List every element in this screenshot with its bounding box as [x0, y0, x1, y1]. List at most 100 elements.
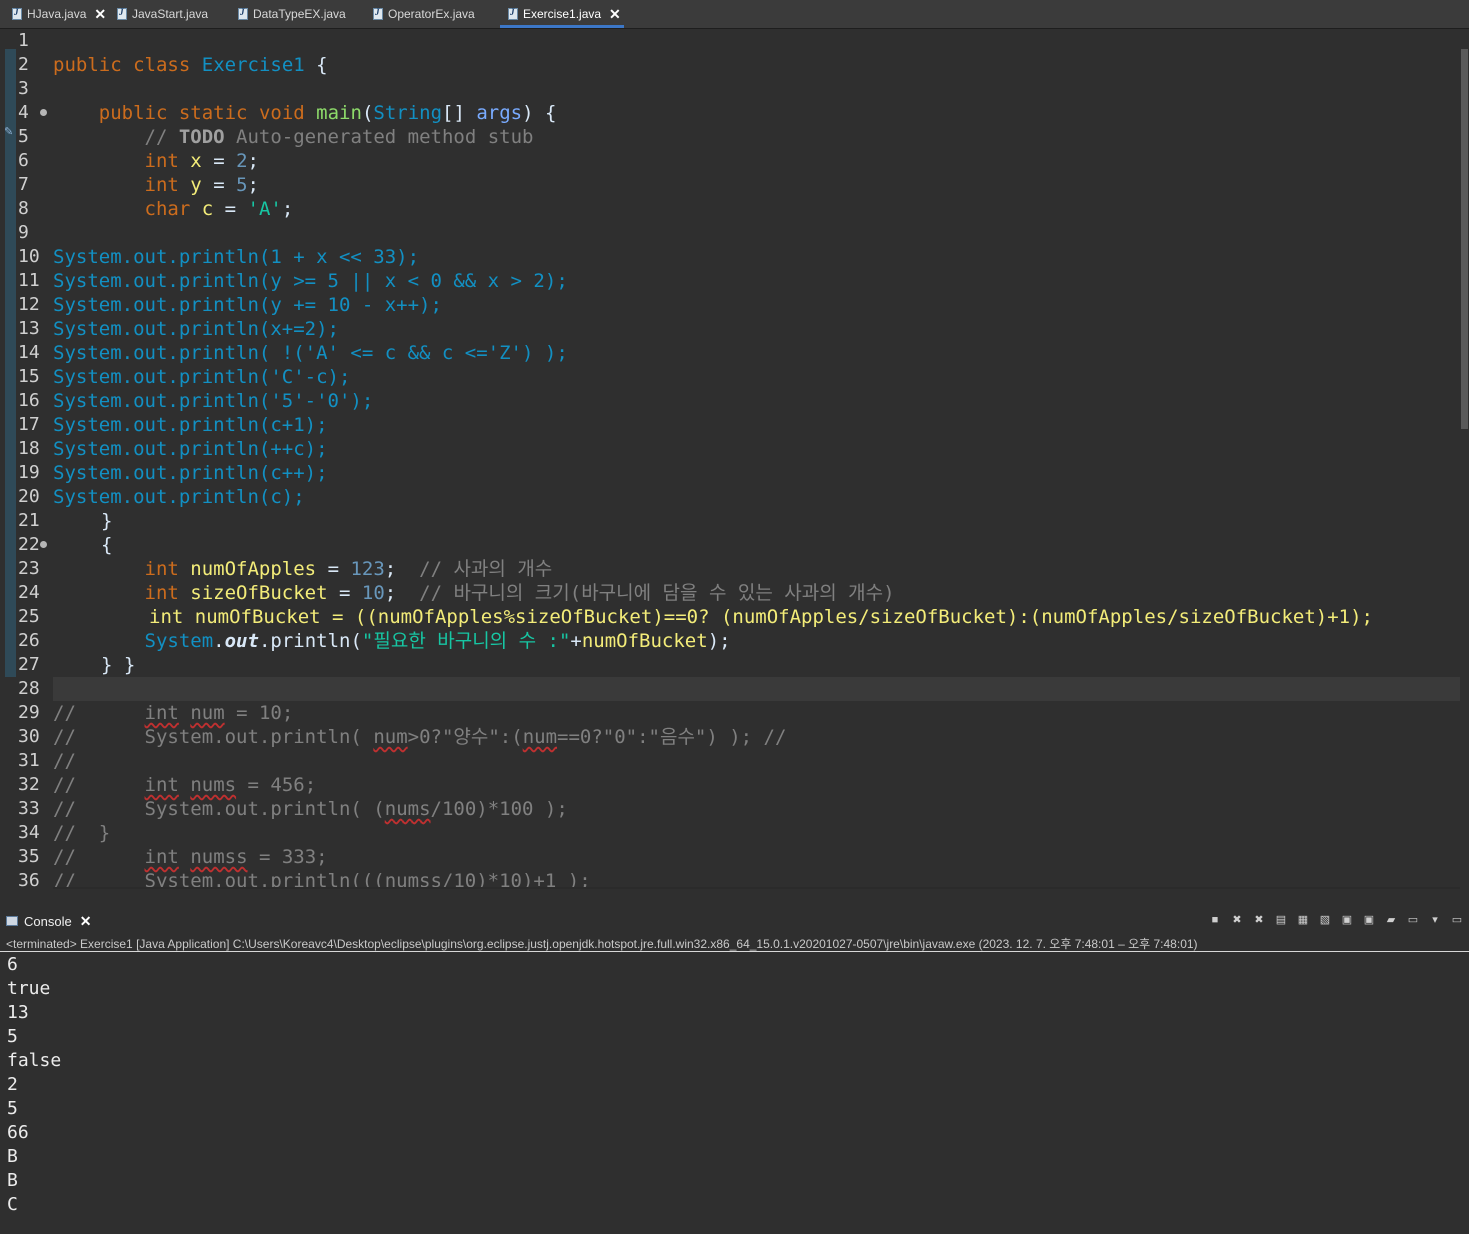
tab-label: OperatorEx.java — [388, 7, 475, 21]
code-token: Exercise1 — [201, 54, 305, 76]
code-text: } } — [101, 654, 136, 676]
scroll-thumb[interactable] — [1461, 49, 1468, 429]
scroll-lock-icon[interactable]: ▦ — [1295, 913, 1311, 927]
code-token: System.out.println( — [144, 726, 374, 748]
code-token: // 바구니의 크기(바구니에 담을 수 있는 사과의 개수) — [419, 582, 895, 604]
pin-console-icon[interactable]: ▣ — [1339, 913, 1355, 927]
tab-operatorex[interactable]: OperatorEx.java — [373, 4, 475, 24]
line-number: 2 — [18, 54, 29, 75]
change-ruler — [5, 49, 16, 677]
code-text: System.out.println(x+=2); — [53, 318, 339, 340]
code-token: // — [144, 126, 179, 148]
code-token: static — [178, 102, 248, 124]
code-token: // — [53, 702, 76, 724]
code-text: System.out.println(c); — [53, 486, 305, 508]
console-icon — [6, 916, 18, 926]
fold-toggle-icon[interactable] — [40, 541, 47, 548]
code-editor[interactable]: ✎ 1 2 public class Exercise1 { 3 4 public… — [0, 29, 1469, 889]
code-token: // — [53, 798, 76, 820]
line-number: 13 — [18, 318, 40, 339]
console-view: Console ✕ ■ ✖ ✖ ▤ ▦ ▧ ▣ ▣ ▰ ▭ ▾ ▭ <termi… — [0, 905, 1469, 1234]
output-line: B — [7, 1170, 18, 1191]
line-number: 35 — [18, 846, 40, 867]
code-token: int — [144, 702, 179, 724]
horizontal-scrollbar[interactable]: ‹ › — [53, 887, 1460, 889]
code-text: System.out.println('C'-c); — [53, 366, 351, 388]
line-number: 16 — [18, 390, 40, 411]
line-number: 8 — [18, 198, 29, 219]
code-text: { — [101, 534, 113, 556]
output-line: B — [7, 1146, 18, 1167]
scroll-right-icon[interactable]: › — [1452, 888, 1456, 889]
tab-console[interactable]: Console ✕ — [6, 911, 91, 931]
remove-launch-icon[interactable]: ✖ — [1229, 913, 1245, 927]
line-number: 29 — [18, 702, 40, 723]
tab-javastart[interactable]: JavaStart.java — [117, 4, 208, 24]
code-text: System.out.println(y += 10 - x++); — [53, 294, 442, 316]
code-token: int — [144, 558, 179, 580]
scroll-left-icon[interactable]: ‹ — [55, 888, 59, 889]
code-token: num — [190, 702, 225, 724]
code-token: String — [373, 102, 443, 124]
code-token: 10 — [361, 582, 385, 604]
code-token: System — [144, 630, 214, 652]
code-token: [] — [442, 102, 477, 124]
line-number: 23 — [18, 558, 40, 579]
current-line-highlight — [53, 677, 1460, 701]
code-text: System.out.println(1 + x << 33); — [53, 246, 420, 268]
code-text: System.out.println(c+1); — [53, 414, 328, 436]
fold-toggle-icon[interactable] — [40, 109, 47, 116]
line-number: 32 — [18, 774, 40, 795]
close-icon[interactable]: ✕ — [80, 913, 92, 930]
launch-status: <terminated> Exercise1 [Java Application… — [6, 937, 1198, 951]
code-text: System.out.println(y >= 5 || x < 0 && x … — [53, 270, 568, 292]
line-number: 20 — [18, 486, 40, 507]
code-token: /100)*100 ); — [430, 798, 568, 820]
tab-datatypeex[interactable]: DataTypeEX.java — [238, 4, 346, 24]
line-number: 34 — [18, 822, 40, 843]
code-token: c — [201, 198, 214, 220]
java-file-icon — [12, 7, 22, 20]
line-number: 17 — [18, 414, 40, 435]
terminate-icon[interactable]: ■ — [1207, 913, 1223, 927]
code-token: System.out.println( ( — [144, 798, 385, 820]
minimize-icon[interactable]: ▭ — [1449, 913, 1465, 927]
line-number: 11 — [18, 270, 40, 291]
display-selected-console-icon[interactable]: ▭ — [1405, 913, 1421, 927]
code-token: main — [316, 102, 362, 124]
tab-exercise1[interactable]: Exercise1.java ✕ — [508, 4, 621, 24]
code-token: ==0?"0":"음수") ); // — [557, 726, 787, 748]
task-marker-icon[interactable]: ✎ — [4, 125, 13, 138]
tab-label: JavaStart.java — [132, 7, 209, 21]
vertical-scrollbar[interactable] — [1460, 29, 1469, 887]
open-console-icon[interactable]: ▰ — [1383, 913, 1399, 927]
java-file-icon — [117, 7, 127, 20]
clear-console-icon[interactable]: ▤ — [1273, 913, 1289, 927]
tab-label: DataTypeEX.java — [253, 7, 346, 21]
code-token: numOfApples — [190, 558, 317, 580]
console-output[interactable]: 6 true 13 5 false 2 5 66 B B C — [7, 953, 61, 1217]
code-token: nums — [384, 798, 431, 820]
close-icon[interactable]: ✕ — [94, 6, 106, 23]
code-token: num — [522, 726, 558, 748]
code-token: x — [190, 150, 202, 172]
word-wrap-icon[interactable]: ▧ — [1317, 913, 1333, 927]
remove-all-icon[interactable]: ✖ — [1251, 913, 1267, 927]
close-icon[interactable]: ✕ — [609, 6, 621, 23]
output-line: 13 — [7, 1002, 29, 1023]
line-number: 6 — [18, 150, 29, 171]
view-menu-icon[interactable]: ▾ — [1427, 913, 1443, 927]
line-number: 26 — [18, 630, 40, 651]
code-token: TODO — [178, 126, 225, 148]
java-file-icon — [373, 7, 383, 20]
code-token: int — [144, 774, 179, 796]
code-token: num — [373, 726, 408, 748]
code-token: int — [144, 174, 179, 196]
line-number: 15 — [18, 366, 40, 387]
code-token: int — [144, 150, 179, 172]
tab-hjava[interactable]: HJava.java ✕ — [12, 4, 106, 24]
code-token: ( — [361, 102, 374, 124]
show-on-stdout-icon[interactable]: ▣ — [1361, 913, 1377, 927]
code-token: >0?"양수":( — [407, 726, 523, 748]
code-token: = 10; — [224, 702, 294, 724]
